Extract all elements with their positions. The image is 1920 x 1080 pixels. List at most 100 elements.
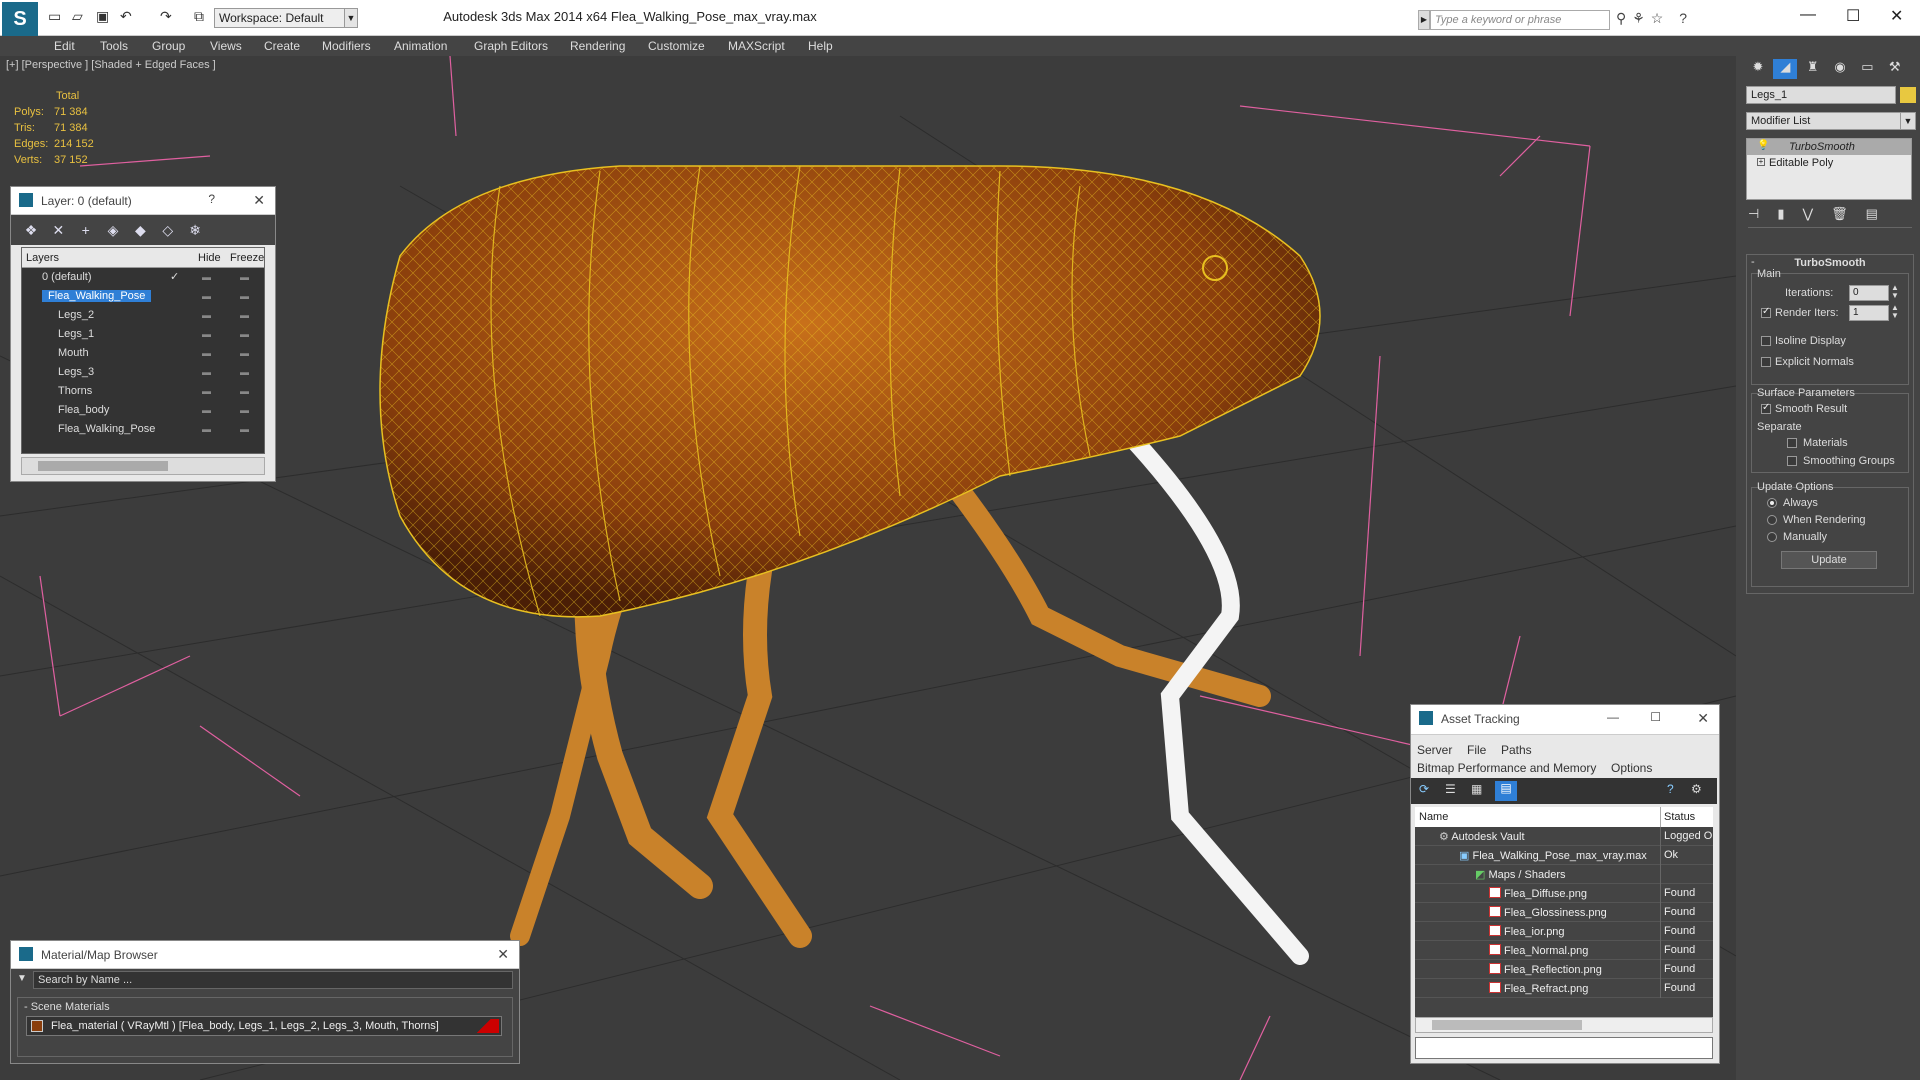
asset-path-field[interactable] xyxy=(1415,1037,1713,1059)
chevron-right-icon[interactable]: ▶ xyxy=(1418,10,1430,30)
column-divider[interactable] xyxy=(1660,807,1661,827)
menu-animation[interactable]: Animation xyxy=(394,39,447,53)
freeze-toggle[interactable]: ▬ xyxy=(240,272,249,282)
col-status[interactable]: Status xyxy=(1664,811,1695,823)
layer-row[interactable]: Legs_2 ▬ ▬ xyxy=(22,306,264,325)
layer-row[interactable]: Legs_1 ▬ ▬ xyxy=(22,325,264,344)
create-tab-icon[interactable]: ✹ xyxy=(1746,59,1770,79)
hide-toggle[interactable]: ▬ xyxy=(202,424,211,434)
col-hide[interactable]: Hide xyxy=(198,252,221,264)
layer-row[interactable]: Thorns ▬ ▬ xyxy=(22,382,264,401)
menu-file[interactable]: File xyxy=(1467,743,1486,757)
hierarchy-tab-icon[interactable]: ♜ xyxy=(1801,59,1825,79)
freeze-toggle[interactable]: ▬ xyxy=(240,291,249,301)
freeze-toggle[interactable]: ▬ xyxy=(240,310,249,320)
material-browser-titlebar[interactable]: Material/Map Browser ✕ xyxy=(11,941,519,969)
col-freeze[interactable]: Freeze xyxy=(230,252,264,264)
hide-toggle[interactable]: ▬ xyxy=(202,386,211,396)
menu-tools[interactable]: Tools xyxy=(100,39,128,53)
scrollbar-thumb[interactable] xyxy=(1432,1020,1582,1030)
utilities-tab-icon[interactable]: ⚒ xyxy=(1883,59,1907,79)
materials-checkbox[interactable] xyxy=(1787,438,1797,448)
hide-toggle[interactable]: ▬ xyxy=(202,367,211,377)
manually-radio[interactable] xyxy=(1767,532,1777,542)
thumbnail-view-icon[interactable]: ▦ xyxy=(1471,782,1482,796)
menu-bitmap-performance[interactable]: Bitmap Performance and Memory xyxy=(1417,761,1596,775)
close-icon[interactable]: ✕ xyxy=(1697,710,1709,727)
close-icon[interactable]: ✕ xyxy=(1890,6,1903,26)
keyword-search-input[interactable]: Type a keyword or phrase xyxy=(1430,10,1610,30)
display-tab-icon[interactable]: ▭ xyxy=(1855,59,1879,79)
render-iters-checkbox[interactable] xyxy=(1761,306,1771,318)
remove-modifier-icon[interactable]: 🗑 xyxy=(1831,206,1866,221)
hide-toggle[interactable]: ▬ xyxy=(202,348,211,358)
minimize-icon[interactable]: — xyxy=(1607,710,1619,724)
close-icon[interactable]: ✕ xyxy=(497,946,509,963)
settings-icon[interactable]: ⚙ xyxy=(1691,782,1702,796)
freeze-all-icon[interactable]: ❄ xyxy=(183,219,207,241)
layer-row[interactable]: Flea_Walking_Pose ▬ ▬ xyxy=(22,420,264,439)
menu-server[interactable]: Server xyxy=(1417,743,1452,757)
infocenter-icons[interactable]: ⚲⚘☆ ? xyxy=(1616,10,1693,27)
layer-row[interactable]: 0 (default) ✓ ▬ ▬ xyxy=(22,268,264,287)
asset-tracking-titlebar[interactable]: Asset Tracking — ☐ ✕ xyxy=(1411,705,1719,735)
object-name-field[interactable]: Legs_1 xyxy=(1746,86,1896,104)
menu-options[interactable]: Options xyxy=(1611,761,1652,775)
update-button[interactable]: Update xyxy=(1781,551,1877,569)
maximize-icon[interactable]: ☐ xyxy=(1846,6,1860,26)
hide-toggle[interactable]: ▬ xyxy=(202,291,211,301)
lightbulb-icon[interactable]: 💡 xyxy=(1757,140,1769,151)
freeze-toggle[interactable]: ▬ xyxy=(240,386,249,396)
menu-customize[interactable]: Customize xyxy=(648,39,705,53)
spinner-arrows-icon[interactable]: ▲ ▼ xyxy=(1891,284,1899,300)
viewport-label[interactable]: [+] [Perspective ] [Shaded + Edged Faces… xyxy=(6,59,216,71)
col-layers[interactable]: Layers xyxy=(26,252,59,264)
menu-views[interactable]: Views xyxy=(210,39,242,53)
configure-sets-icon[interactable]: ▤ xyxy=(1866,206,1896,221)
hide-toggle[interactable]: ▬ xyxy=(202,310,211,320)
close-icon[interactable]: ✕ xyxy=(253,192,265,209)
material-row[interactable]: Flea_material ( VRayMtl ) [Flea_body, Le… xyxy=(26,1016,502,1036)
maximize-icon[interactable]: ☐ xyxy=(1650,710,1661,724)
asset-row[interactable]: ⚙ Autodesk Vault Logged O xyxy=(1415,827,1713,846)
create-layer-icon[interactable]: ❖ xyxy=(19,219,43,241)
asset-row[interactable]: ▣ Flea_Walking_Pose_max_vray.max Ok xyxy=(1415,846,1713,865)
chevron-down-icon[interactable]: ▼ xyxy=(1900,112,1916,130)
highlight-layer-icon[interactable]: ◆ xyxy=(128,219,152,241)
refresh-icon[interactable]: ⟳ xyxy=(1419,782,1429,796)
always-radio[interactable] xyxy=(1767,498,1777,508)
freeze-toggle[interactable]: ▬ xyxy=(240,329,249,339)
smooth-result-checkbox[interactable] xyxy=(1761,402,1771,414)
pin-stack-icon[interactable]: ⊣ xyxy=(1748,206,1777,221)
help-icon[interactable]: ? xyxy=(1667,782,1674,796)
modify-tab-icon[interactable]: ◢ xyxy=(1773,59,1798,79)
hide-all-icon[interactable]: ◇ xyxy=(156,219,180,241)
menu-edit[interactable]: Edit xyxy=(54,39,75,53)
minimize-icon[interactable]: — xyxy=(1800,6,1816,24)
asset-table-scrollbar[interactable] xyxy=(1415,1017,1713,1033)
freeze-toggle[interactable]: ▬ xyxy=(240,405,249,415)
smoothing-groups-checkbox[interactable] xyxy=(1787,456,1797,466)
menu-rendering[interactable]: Rendering xyxy=(570,39,625,53)
stack-item-turbosmooth[interactable]: 💡 TurboSmooth xyxy=(1747,139,1911,155)
layer-list-scrollbar[interactable] xyxy=(21,457,265,475)
modifier-list-dropdown[interactable]: Modifier List xyxy=(1746,112,1902,130)
freeze-toggle[interactable]: ▬ xyxy=(240,367,249,377)
isoline-display-checkbox[interactable] xyxy=(1761,336,1771,346)
stack-item-editable-poly[interactable]: + Editable Poly xyxy=(1747,155,1911,171)
chevron-down-icon[interactable]: ▼ xyxy=(17,973,27,984)
asset-row[interactable]: Flea_Diffuse.png Found xyxy=(1415,884,1713,903)
asset-row[interactable]: Flea_Refract.png Found xyxy=(1415,979,1713,998)
material-search-input[interactable]: Search by Name ... xyxy=(33,971,513,989)
menu-create[interactable]: Create xyxy=(264,39,300,53)
asset-row[interactable]: Flea_Normal.png Found xyxy=(1415,941,1713,960)
delete-layer-icon[interactable]: ✕ xyxy=(46,219,70,241)
expand-icon[interactable]: + xyxy=(1757,158,1765,166)
scrollbar-thumb[interactable] xyxy=(38,461,168,471)
layer-row[interactable]: Mouth ▬ ▬ xyxy=(22,344,264,363)
menu-graph-editors[interactable]: Graph Editors xyxy=(474,39,548,53)
object-color-swatch[interactable] xyxy=(1900,87,1916,103)
freeze-toggle[interactable]: ▬ xyxy=(240,424,249,434)
menu-paths[interactable]: Paths xyxy=(1501,743,1532,757)
layer-row[interactable]: Flea_Walking_Pose ▬ ▬ xyxy=(22,287,264,306)
